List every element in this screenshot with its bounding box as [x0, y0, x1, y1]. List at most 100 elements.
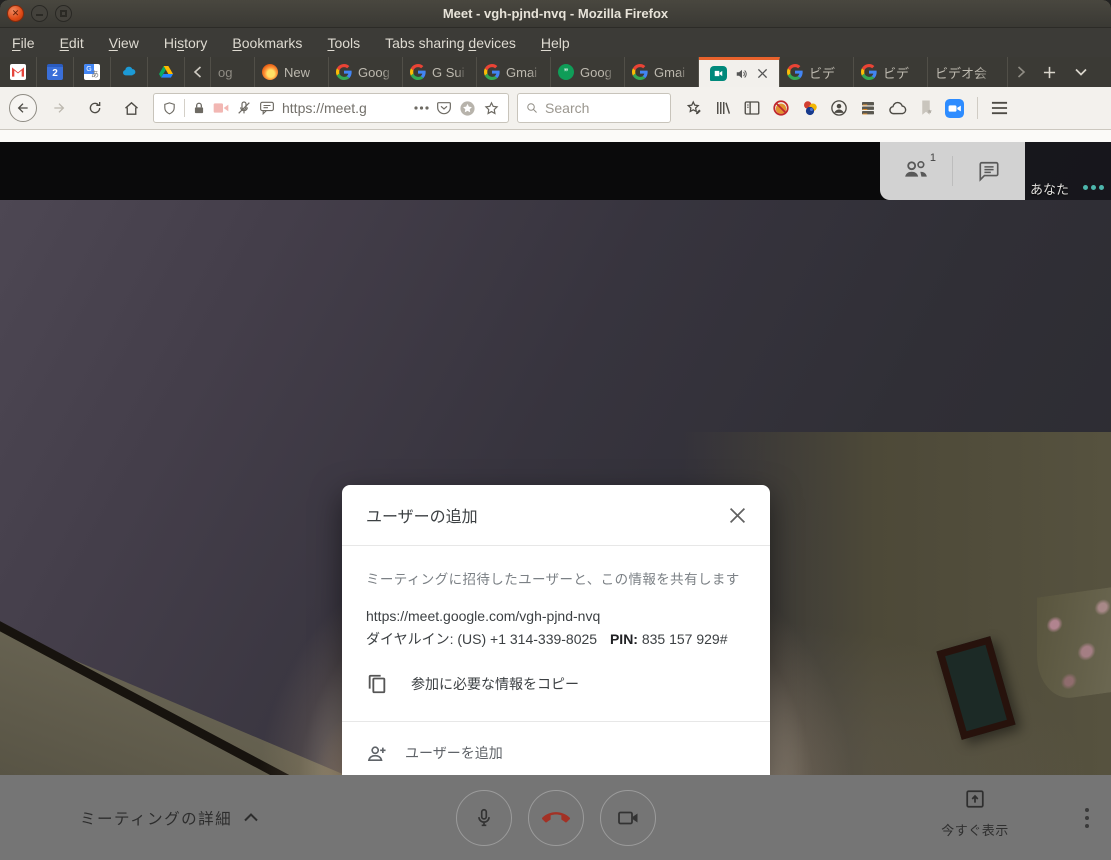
- more-options-button[interactable]: [1085, 808, 1089, 828]
- dialog-body: ミーティングに招待したユーザーと、この情報を共有します https://meet…: [342, 546, 770, 696]
- meet-bottom-bar: ミーティングの詳細: [0, 775, 1111, 860]
- divider: [977, 97, 978, 119]
- participants-button[interactable]: 1: [880, 159, 952, 184]
- scroll-tabs-right-button[interactable]: [1008, 57, 1034, 87]
- menu-help[interactable]: Help: [541, 35, 570, 51]
- camera-permission-icon[interactable]: [213, 102, 229, 114]
- hangouts-icon: ”: [558, 64, 574, 80]
- chevron-up-icon: [244, 813, 258, 822]
- mic-toggle-button[interactable]: [456, 790, 512, 846]
- window-maximize-button[interactable]: [55, 5, 72, 22]
- menu-file[interactable]: File: [12, 35, 35, 51]
- google-icon: [336, 64, 352, 80]
- pinned-tab-gmail[interactable]: [0, 57, 37, 87]
- mic-blocked-icon[interactable]: [236, 100, 252, 116]
- tab-google-1[interactable]: Goog: [329, 57, 403, 87]
- window-minimize-button[interactable]: [31, 5, 48, 22]
- cloud-outline-icon[interactable]: [888, 101, 907, 116]
- bookmark-edit-star-icon[interactable]: [685, 99, 703, 117]
- chat-button[interactable]: [953, 160, 1025, 182]
- new-tab-button[interactable]: [1034, 57, 1065, 87]
- sidebar-icon[interactable]: [743, 99, 761, 117]
- tab-gmail-2[interactable]: Gmai: [625, 57, 699, 87]
- forward-arrow-icon: [51, 100, 67, 116]
- plus-icon: [1043, 66, 1056, 79]
- pinned-tab-calendar[interactable]: 2: [37, 57, 74, 87]
- tab-meet-active[interactable]: [699, 57, 780, 87]
- meeting-details-button[interactable]: ミーティングの詳細: [80, 807, 258, 829]
- tab-bar: 2 Gあ og New Goog: [0, 57, 1111, 87]
- reload-icon: [87, 100, 103, 116]
- share-info-text: ミーティングに招待したユーザーと、この情報を共有します: [366, 568, 746, 588]
- home-button[interactable]: [117, 94, 145, 122]
- tab-gmail-1[interactable]: Gmai: [477, 57, 551, 87]
- add-user-dialog: ユーザーの追加 ミーティングに招待したユーザーと、この情報を共有します http…: [342, 485, 770, 785]
- pinned-tab-drive[interactable]: [148, 57, 185, 87]
- menu-tabs-sharing-devices[interactable]: Tabs sharing devices: [385, 35, 516, 51]
- lock-icon[interactable]: [192, 101, 206, 116]
- pin-value: 835 157 929#: [642, 631, 728, 647]
- chat-icon: [978, 160, 1000, 182]
- page-actions-icon[interactable]: [414, 106, 429, 110]
- cloud-blue-icon: [121, 64, 137, 80]
- extension-badge-icon[interactable]: [459, 100, 476, 117]
- forward-button[interactable]: [45, 94, 73, 122]
- tab-overflow[interactable]: og: [211, 57, 255, 87]
- spheres-extension-icon[interactable]: [801, 99, 819, 117]
- database-extension-icon[interactable]: [859, 99, 877, 117]
- dialog-close-button[interactable]: [729, 507, 746, 524]
- window-title: Meet - vgh-pjnd-nvq - Mozilla Firefox: [443, 6, 668, 21]
- shield-icon[interactable]: [162, 100, 177, 117]
- tab-new[interactable]: New: [255, 57, 329, 87]
- copy-button-label: 参加に必要な情報をコピー: [411, 674, 579, 694]
- meeting-details-label: ミーティングの詳細: [80, 807, 232, 829]
- search-input[interactable]: [545, 100, 662, 116]
- menu-history[interactable]: History: [164, 35, 208, 51]
- chevron-left-icon: [193, 66, 202, 78]
- pin-label: PIN:: [610, 631, 638, 647]
- meet-icon: [710, 66, 727, 81]
- menu-bookmarks[interactable]: Bookmarks: [232, 35, 302, 51]
- drive-icon: [158, 64, 174, 80]
- tab-video-2[interactable]: ビデ: [854, 57, 928, 87]
- speaker-icon[interactable]: [735, 67, 749, 81]
- tab-video-1[interactable]: ビデ: [780, 57, 854, 87]
- dial-in-info: ダイヤルイン: (US) +1 314-339-8025 PIN: 835 15…: [366, 628, 746, 651]
- bookmark-star-icon[interactable]: [483, 100, 500, 117]
- url-bar[interactable]: https://meet.g: [153, 93, 509, 123]
- calendar-icon: 2: [47, 64, 63, 80]
- camera-toggle-button[interactable]: [600, 790, 656, 846]
- scroll-tabs-left-button[interactable]: [185, 57, 211, 87]
- copy-icon: [366, 672, 388, 696]
- menu-view[interactable]: View: [109, 35, 139, 51]
- navigation-toolbar: https://meet.g: [0, 87, 1111, 130]
- notification-bubble-icon[interactable]: [259, 101, 275, 115]
- present-now-button[interactable]: 今すぐ表示: [940, 788, 1010, 839]
- menu-tools[interactable]: Tools: [327, 35, 360, 51]
- audio-activity-indicator: [1083, 185, 1104, 190]
- account-icon[interactable]: [830, 99, 848, 117]
- zoom-app-icon[interactable]: [945, 99, 964, 118]
- all-tabs-dropdown-button[interactable]: [1065, 57, 1096, 87]
- pinned-tab-onedrive[interactable]: [111, 57, 148, 87]
- tab-close-icon[interactable]: [757, 68, 768, 79]
- hamburger-menu-icon[interactable]: [991, 101, 1008, 115]
- tab-hangouts[interactable]: ” Goog: [551, 57, 625, 87]
- pinned-tab-translate[interactable]: Gあ: [74, 57, 111, 87]
- hangup-button[interactable]: [528, 790, 584, 846]
- hangup-icon: [542, 804, 570, 832]
- reload-button[interactable]: [81, 94, 109, 122]
- tab-video-3[interactable]: ビデオ会: [928, 57, 1008, 87]
- menu-edit[interactable]: Edit: [60, 35, 84, 51]
- url-text[interactable]: https://meet.g: [282, 100, 407, 116]
- tab-gsuite[interactable]: G Sui: [403, 57, 477, 87]
- library-icon[interactable]: [714, 99, 732, 117]
- blocker-extension-icon[interactable]: [772, 99, 790, 117]
- search-bar[interactable]: [517, 93, 671, 123]
- bookmark-flag-disabled-icon[interactable]: [918, 99, 934, 117]
- copy-joining-info-button[interactable]: 参加に必要な情報をコピー: [366, 672, 746, 696]
- pocket-icon[interactable]: [436, 100, 452, 116]
- window-close-button[interactable]: [7, 5, 24, 22]
- firefox-window: Meet - vgh-pjnd-nvq - Mozilla Firefox Fi…: [0, 0, 1111, 860]
- back-button[interactable]: [9, 94, 37, 122]
